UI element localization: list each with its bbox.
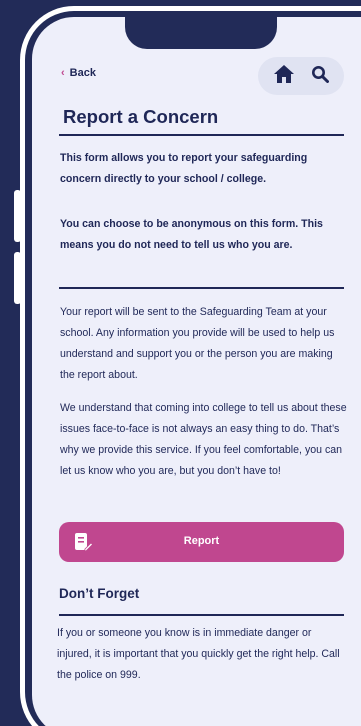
phone-side-button: [14, 252, 21, 304]
divider: [59, 134, 344, 136]
phone-notch: [125, 17, 277, 49]
back-button[interactable]: ‹ Back: [61, 67, 96, 79]
search-icon[interactable]: [311, 65, 329, 88]
anonymous-text: You can choose to be anonymous on this f…: [60, 218, 323, 251]
home-icon[interactable]: [273, 64, 295, 89]
phone-side-button: [14, 190, 21, 242]
app-screen: ‹ Back Report a Concern This form allows…: [32, 17, 361, 726]
chevron-left-icon: ‹: [61, 67, 65, 79]
intro-text: This form allows you to report your safe…: [60, 152, 308, 185]
dont-forget-text: If you or someone you know is in immedia…: [57, 627, 340, 681]
divider: [59, 287, 344, 289]
header-actions: [258, 57, 344, 95]
report-info-text: Your report will be sent to the Safeguar…: [60, 306, 335, 381]
page-title: Report a Concern: [63, 106, 219, 127]
dont-forget-heading: Don’t Forget: [59, 586, 140, 601]
top-bar: ‹ Back: [32, 57, 361, 97]
report-button[interactable]: Report: [59, 522, 344, 562]
divider: [59, 614, 344, 616]
back-label: Back: [69, 67, 96, 79]
understanding-text: We understand that coming into college t…: [60, 402, 347, 477]
report-button-label: Report: [183, 535, 220, 547]
